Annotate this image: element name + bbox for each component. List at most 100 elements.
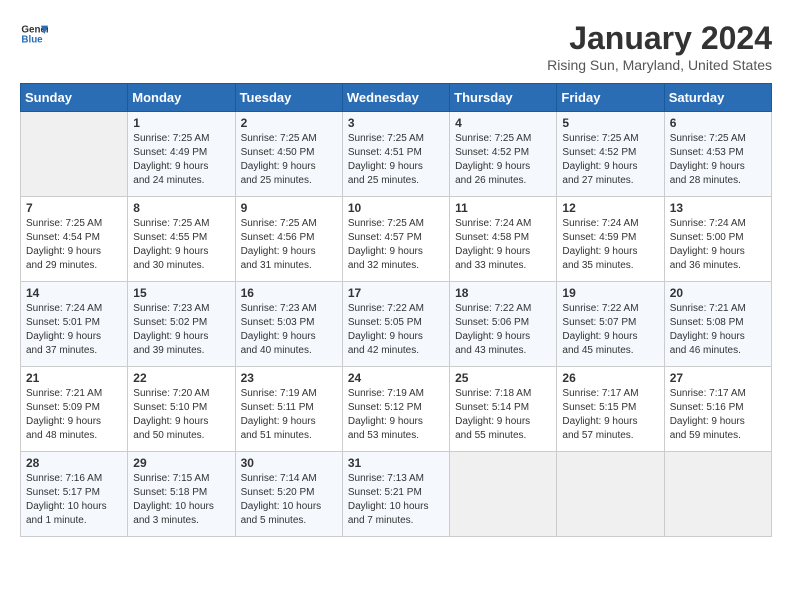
calendar-week-row: 28 Sunrise: 7:16 AM Sunset: 5:17 PM Dayli… (21, 452, 772, 537)
calendar-cell: 7Sunrise: 7:25 AM Sunset: 4:54 PM Daylig… (21, 197, 128, 282)
day-number: 30 (241, 456, 337, 470)
day-info: Sunrise: 7:24 AM Sunset: 5:01 PM Dayligh… (26, 302, 122, 358)
day-number: 24 (348, 371, 444, 385)
header: General Blue January 2024 Rising Sun, Ma… (20, 20, 772, 73)
calendar-week-row: 7Sunrise: 7:25 AM Sunset: 4:54 PM Daylig… (21, 197, 772, 282)
calendar-cell (21, 112, 128, 197)
calendar-cell: 17 Sunrise: 7:22 AM Sunset: 5:05 PM Dayli… (342, 282, 449, 367)
day-info: Sunrise: 7:25 AM Sunset: 4:56 PM Dayligh… (241, 217, 337, 273)
month-title: January 2024 (547, 20, 772, 57)
day-info: Sunrise: 7:23 AM Sunset: 5:02 PM Dayligh… (133, 302, 229, 358)
day-number: 27 (670, 371, 766, 385)
header-cell-monday: Monday (128, 84, 235, 112)
day-info: Sunrise: 7:23 AM Sunset: 5:03 PM Dayligh… (241, 302, 337, 358)
day-info: Sunrise: 7:13 AM Sunset: 5:21 PM Dayligh… (348, 472, 444, 528)
calendar-cell: 11Sunrise: 7:24 AM Sunset: 4:58 PM Dayli… (450, 197, 557, 282)
calendar-cell: 22 Sunrise: 7:20 AM Sunset: 5:10 PM Dayli… (128, 367, 235, 452)
calendar-cell: 30 Sunrise: 7:14 AM Sunset: 5:20 PM Dayli… (235, 452, 342, 537)
day-info: Sunrise: 7:14 AM Sunset: 5:20 PM Dayligh… (241, 472, 337, 528)
day-info: Sunrise: 7:18 AM Sunset: 5:14 PM Dayligh… (455, 387, 551, 443)
day-number: 4 (455, 116, 551, 130)
location-title: Rising Sun, Maryland, United States (547, 57, 772, 73)
day-info: Sunrise: 7:22 AM Sunset: 5:06 PM Dayligh… (455, 302, 551, 358)
day-number: 16 (241, 286, 337, 300)
day-number: 19 (562, 286, 658, 300)
calendar-cell: 14Sunrise: 7:24 AM Sunset: 5:01 PM Dayli… (21, 282, 128, 367)
calendar-cell: 6 Sunrise: 7:25 AM Sunset: 4:53 PM Daylig… (664, 112, 771, 197)
day-number: 11 (455, 201, 551, 215)
header-cell-friday: Friday (557, 84, 664, 112)
calendar-cell: 31 Sunrise: 7:13 AM Sunset: 5:21 PM Dayli… (342, 452, 449, 537)
day-info: Sunrise: 7:25 AM Sunset: 4:55 PM Dayligh… (133, 217, 229, 273)
calendar-cell: 21Sunrise: 7:21 AM Sunset: 5:09 PM Dayli… (21, 367, 128, 452)
logo-icon: General Blue (20, 20, 48, 48)
calendar-cell: 24Sunrise: 7:19 AM Sunset: 5:12 PM Dayli… (342, 367, 449, 452)
calendar-cell: 3Sunrise: 7:25 AM Sunset: 4:51 PM Daylig… (342, 112, 449, 197)
day-info: Sunrise: 7:24 AM Sunset: 4:59 PM Dayligh… (562, 217, 658, 273)
calendar-week-row: 1 Sunrise: 7:25 AM Sunset: 4:49 PM Daylig… (21, 112, 772, 197)
calendar-cell: 23Sunrise: 7:19 AM Sunset: 5:11 PM Dayli… (235, 367, 342, 452)
day-info: Sunrise: 7:22 AM Sunset: 5:07 PM Dayligh… (562, 302, 658, 358)
day-info: Sunrise: 7:25 AM Sunset: 4:52 PM Dayligh… (562, 132, 658, 188)
calendar-cell (664, 452, 771, 537)
calendar-cell: 20 Sunrise: 7:21 AM Sunset: 5:08 PM Dayli… (664, 282, 771, 367)
calendar-cell: 5 Sunrise: 7:25 AM Sunset: 4:52 PM Daylig… (557, 112, 664, 197)
day-info: Sunrise: 7:25 AM Sunset: 4:54 PM Dayligh… (26, 217, 122, 273)
day-number: 26 (562, 371, 658, 385)
calendar-table: SundayMondayTuesdayWednesdayThursdayFrid… (20, 83, 772, 537)
calendar-cell: 13Sunrise: 7:24 AM Sunset: 5:00 PM Dayli… (664, 197, 771, 282)
day-info: Sunrise: 7:16 AM Sunset: 5:17 PM Dayligh… (26, 472, 122, 528)
svg-text:Blue: Blue (21, 34, 43, 45)
day-info: Sunrise: 7:17 AM Sunset: 5:15 PM Dayligh… (562, 387, 658, 443)
calendar-week-row: 21Sunrise: 7:21 AM Sunset: 5:09 PM Dayli… (21, 367, 772, 452)
calendar-cell: 4 Sunrise: 7:25 AM Sunset: 4:52 PM Daylig… (450, 112, 557, 197)
day-info: Sunrise: 7:25 AM Sunset: 4:57 PM Dayligh… (348, 217, 444, 273)
calendar-cell (557, 452, 664, 537)
header-cell-thursday: Thursday (450, 84, 557, 112)
calendar-cell: 27 Sunrise: 7:17 AM Sunset: 5:16 PM Dayli… (664, 367, 771, 452)
calendar-cell: 18Sunrise: 7:22 AM Sunset: 5:06 PM Dayli… (450, 282, 557, 367)
calendar-week-row: 14Sunrise: 7:24 AM Sunset: 5:01 PM Dayli… (21, 282, 772, 367)
header-cell-wednesday: Wednesday (342, 84, 449, 112)
calendar-cell (450, 452, 557, 537)
day-number: 8 (133, 201, 229, 215)
calendar-cell: 1 Sunrise: 7:25 AM Sunset: 4:49 PM Daylig… (128, 112, 235, 197)
day-number: 5 (562, 116, 658, 130)
header-cell-tuesday: Tuesday (235, 84, 342, 112)
day-number: 2 (241, 116, 337, 130)
day-number: 15 (133, 286, 229, 300)
day-number: 20 (670, 286, 766, 300)
calendar-cell: 16 Sunrise: 7:23 AM Sunset: 5:03 PM Dayli… (235, 282, 342, 367)
day-info: Sunrise: 7:25 AM Sunset: 4:49 PM Dayligh… (133, 132, 229, 188)
calendar-cell: 8 Sunrise: 7:25 AM Sunset: 4:55 PM Daylig… (128, 197, 235, 282)
day-number: 31 (348, 456, 444, 470)
day-info: Sunrise: 7:22 AM Sunset: 5:05 PM Dayligh… (348, 302, 444, 358)
calendar-cell: 15 Sunrise: 7:23 AM Sunset: 5:02 PM Dayli… (128, 282, 235, 367)
day-info: Sunrise: 7:25 AM Sunset: 4:50 PM Dayligh… (241, 132, 337, 188)
day-number: 3 (348, 116, 444, 130)
day-number: 17 (348, 286, 444, 300)
day-number: 1 (133, 116, 229, 130)
day-info: Sunrise: 7:17 AM Sunset: 5:16 PM Dayligh… (670, 387, 766, 443)
day-info: Sunrise: 7:20 AM Sunset: 5:10 PM Dayligh… (133, 387, 229, 443)
day-number: 29 (133, 456, 229, 470)
day-info: Sunrise: 7:21 AM Sunset: 5:09 PM Dayligh… (26, 387, 122, 443)
day-info: Sunrise: 7:25 AM Sunset: 4:53 PM Dayligh… (670, 132, 766, 188)
header-cell-sunday: Sunday (21, 84, 128, 112)
calendar-cell: 2 Sunrise: 7:25 AM Sunset: 4:50 PM Daylig… (235, 112, 342, 197)
day-number: 23 (241, 371, 337, 385)
logo: General Blue (20, 20, 48, 48)
calendar-cell: 9 Sunrise: 7:25 AM Sunset: 4:56 PM Daylig… (235, 197, 342, 282)
day-number: 28 (26, 456, 122, 470)
day-number: 6 (670, 116, 766, 130)
calendar-cell: 12 Sunrise: 7:24 AM Sunset: 4:59 PM Dayli… (557, 197, 664, 282)
day-number: 9 (241, 201, 337, 215)
day-info: Sunrise: 7:21 AM Sunset: 5:08 PM Dayligh… (670, 302, 766, 358)
day-number: 12 (562, 201, 658, 215)
calendar-cell: 10Sunrise: 7:25 AM Sunset: 4:57 PM Dayli… (342, 197, 449, 282)
header-cell-saturday: Saturday (664, 84, 771, 112)
day-info: Sunrise: 7:25 AM Sunset: 4:52 PM Dayligh… (455, 132, 551, 188)
day-number: 22 (133, 371, 229, 385)
day-number: 25 (455, 371, 551, 385)
calendar-cell: 25 Sunrise: 7:18 AM Sunset: 5:14 PM Dayli… (450, 367, 557, 452)
